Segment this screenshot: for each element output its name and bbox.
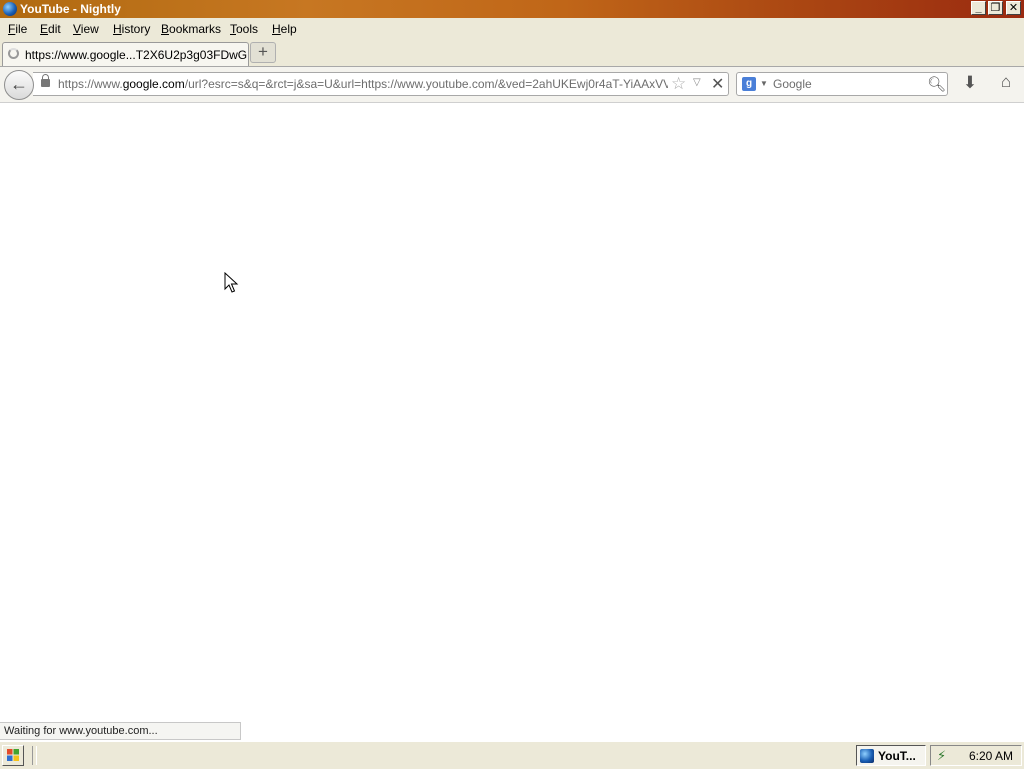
new-tab-button[interactable]: + (250, 42, 276, 63)
history-dropdown-icon[interactable]: ▽ (693, 77, 701, 88)
home-button[interactable]: ⌂ (996, 72, 1016, 94)
lock-icon[interactable] (41, 74, 50, 87)
page-content[interactable] (0, 103, 1024, 740)
menu-history[interactable]: History (113, 22, 150, 36)
maximize-button[interactable]: ❐ (988, 1, 1003, 15)
window-title: YouTube - Nightly (20, 2, 121, 16)
menu-tools[interactable]: Tools (230, 22, 258, 36)
home-icon: ⌂ (1000, 72, 1012, 91)
engine-dropdown-icon[interactable]: ▼ (760, 79, 768, 88)
menu-view[interactable]: View (73, 22, 99, 36)
stop-icon[interactable]: ✕ (711, 74, 724, 94)
mouse-cursor-icon (224, 272, 239, 293)
minimize-button[interactable]: _ (971, 1, 986, 15)
close-button[interactable]: ✕ (1006, 1, 1021, 15)
back-arrow-icon: ← (10, 74, 28, 94)
taskbar-button-youtube[interactable]: YouT... (856, 745, 926, 766)
windows-flag-icon (7, 749, 19, 761)
url-bar[interactable]: https://www.google.com/url?esrc=s&q=&rct… (33, 72, 729, 96)
google-g-icon[interactable]: g (742, 77, 756, 91)
loading-spinner-icon (8, 48, 19, 59)
search-input[interactable]: Google (773, 77, 812, 91)
menu-help[interactable]: Help (272, 22, 297, 36)
window-titlebar[interactable]: YouTube - Nightly _ ❐ ✕ (0, 0, 1024, 18)
tab-label: https://www.google...T2X6U2p3g03FDwGrPy (25, 48, 247, 62)
download-arrow-icon: ⬇ (962, 73, 978, 92)
quicklaunch-separator (32, 746, 37, 765)
tab-google-redirect[interactable]: https://www.google...T2X6U2p3g03FDwGrPy (2, 42, 249, 66)
menu-edit[interactable]: Edit (40, 22, 61, 36)
system-tray: ⚡ 6:20 AM (930, 745, 1022, 766)
taskbar-button-label: YouT... (878, 749, 916, 763)
menu-file[interactable]: File (8, 22, 27, 36)
url-text[interactable]: https://www.google.com/url?esrc=s&q=&rct… (58, 77, 668, 91)
menu-bookmarks[interactable]: Bookmarks (161, 22, 221, 36)
navigation-toolbar: https://www.google.com/url?esrc=s&q=&rct… (0, 67, 1024, 103)
clock[interactable]: 6:20 AM (969, 749, 1013, 763)
search-bar[interactable]: g ▼ Google 🔍︎ (736, 72, 948, 96)
downloads-button[interactable]: ⬇ (960, 73, 980, 95)
start-button[interactable] (2, 745, 24, 766)
nightly-globe-icon (3, 2, 17, 16)
search-magnifier-icon[interactable]: 🔍︎ (927, 75, 946, 93)
network-tray-icon[interactable]: ⚡ (937, 748, 946, 764)
back-button[interactable]: ← (4, 70, 34, 100)
bookmark-star-icon[interactable]: ☆ (671, 74, 686, 94)
nightly-globe-icon (860, 749, 874, 763)
status-panel: Waiting for www.youtube.com... (0, 722, 241, 740)
menu-bar: File Edit View History Bookmarks Tools H… (0, 18, 1024, 39)
tab-strip: https://www.google...T2X6U2p3g03FDwGrPy (0, 39, 1024, 67)
taskbar: YouT... ⚡ 6:20 AM (0, 741, 1024, 769)
